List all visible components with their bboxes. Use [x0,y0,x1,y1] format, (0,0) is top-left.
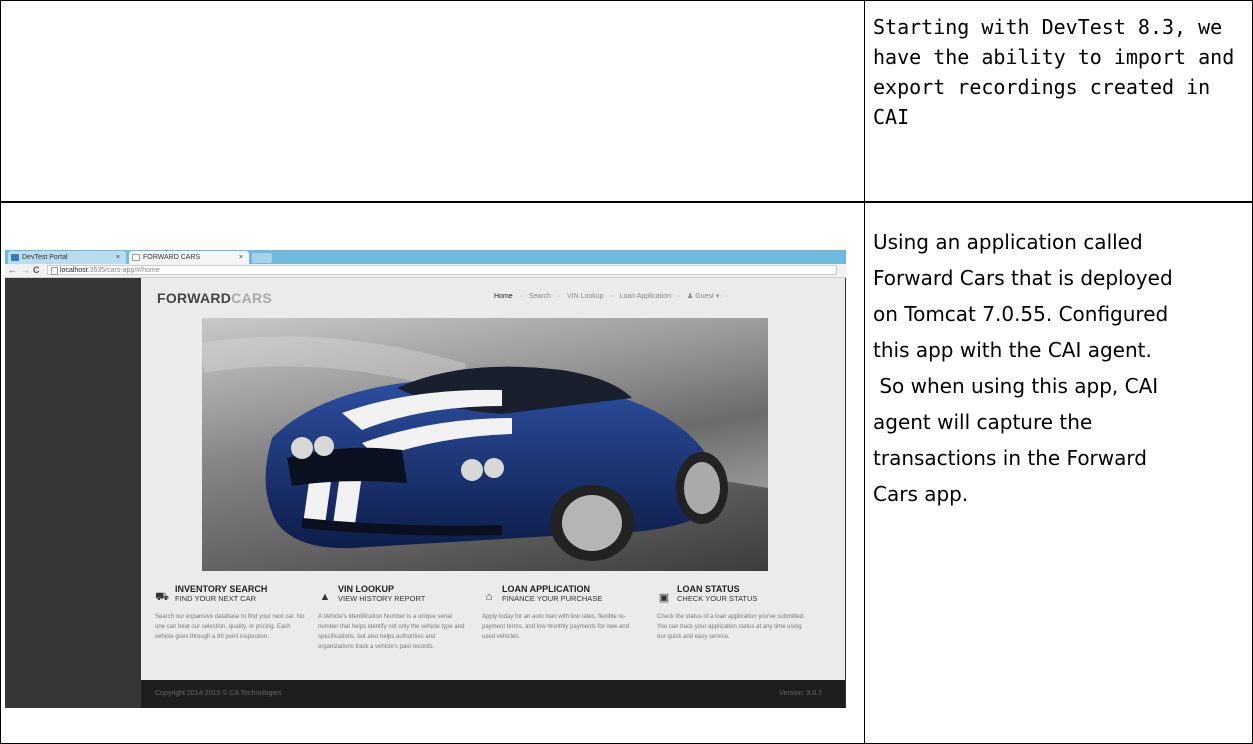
logo-accent: CARS [231,290,273,306]
nav-home[interactable]: Home [494,293,513,300]
logo-main: FORWARD [157,290,232,306]
tab-label: FORWARD CARS [143,254,201,261]
bank-icon: ⌂ [485,591,493,603]
site-logo[interactable]: FORWARDCARS [157,290,272,306]
table-row-divider [0,201,1253,203]
devtest-favicon-icon [11,254,19,261]
feature-title: LOAN STATUS [677,584,740,594]
feature-title: VIN LOOKUP [338,584,395,594]
row2-line: this app with the CAI agent. [873,338,1152,362]
browser-tab-strip: DevTest Portal × FORWARD CARS × [5,250,846,264]
tab-label: DevTest Portal [22,254,68,261]
table-column-divider [864,0,865,744]
document-icon [51,267,58,275]
new-tab-button[interactable] [252,253,272,263]
hero-car-image [202,318,768,571]
feature-subtitle: FINANCE YOUR PURCHASE [502,594,603,603]
road-icon: ▲ [319,591,331,603]
footer-copyright: Copyright 2014-2015 © CA Technologies [155,690,282,697]
nav-separator: ▫ [610,294,613,300]
feature-description: Check the status of a loan application y… [657,614,805,640]
site-header: FORWARDCARS Home ▫ Search ▫ VIN Lookup ▫… [141,278,845,318]
row2-line: on Tomcat 7.0.55. Configured [873,302,1169,326]
back-arrow-icon[interactable]: ← [8,264,17,277]
table-border-top [0,0,1253,1]
feature-subtitle: FIND YOUR NEXT CAR [175,594,256,603]
car-icon: ⛟ [155,591,169,603]
row2-line: Forward Cars that is deployed [873,266,1173,290]
row2-line: agent will capture the [873,410,1093,434]
row2-description: Using an application called Forward Cars… [873,224,1245,512]
tab-devtest-portal[interactable]: DevTest Portal × [8,251,126,264]
feature-description: Search our expansive database to find yo… [155,614,305,640]
nav-search[interactable]: Search [529,293,551,300]
nav-separator: ▫ [519,294,522,300]
car-illustration [202,336,768,571]
feature-description: A Vehicle's Identification Number is a u… [318,614,465,650]
row2-line: So when using this app, CAI [873,374,1159,398]
address-bar[interactable]: localhost:3535/cars-app/#/home [47,265,837,275]
page-favicon-icon [132,254,140,261]
nav-loan-application[interactable]: Loan Application [620,293,671,300]
row1-note: Starting with DevTest 8.3, we have the a… [873,15,1235,129]
browser-toolbar: ← → C localhost:3535/cars-app/#/home [5,264,846,278]
row2-line: transactions in the Forward [873,446,1147,470]
close-icon[interactable]: × [239,251,243,264]
feature-title: INVENTORY SEARCH [175,584,268,594]
url-path: :3535/cars-app/#/home [87,267,160,274]
table-border-left [0,0,1,744]
feature-subtitle: CHECK YOUR STATUS [677,594,758,603]
feature-subtitle: VIEW HISTORY REPORT [338,594,426,603]
tab-forward-cars[interactable]: FORWARD CARS × [129,251,249,264]
url-host: localhost [60,267,88,274]
reload-icon[interactable]: C [33,264,40,277]
nav-separator: ▫ [677,294,681,300]
document-table: Starting with DevTest 8.3, we have the a… [0,0,1253,744]
forward-cars-page: FORWARDCARS Home ▫ Search ▫ VIN Lookup ▫… [141,278,845,708]
row2-line: Cars app. [873,482,969,506]
nav-separator: ▫ [557,294,561,300]
site-footer: Copyright 2014-2015 © CA Technologies Ve… [141,680,845,708]
nav-guest-menu[interactable]: Guest ▾ [695,292,719,300]
nav-separator: ▫ [726,294,729,300]
feature-title: LOAN APPLICATION [502,584,590,594]
forward-arrow-icon[interactable]: → [21,264,30,277]
footer-version: Version: 3.0.1 [779,690,822,697]
money-icon: ▣ [658,592,670,604]
row2-line: Using an application called [873,230,1143,254]
close-icon[interactable]: × [116,251,120,264]
forward-cars-screenshot: DevTest Portal × FORWARD CARS × ← → C lo… [5,250,846,708]
nav-vin-lookup[interactable]: VIN Lookup [567,293,604,300]
site-nav: Home ▫ Search ▫ VIN Lookup ▫ Loan Applic… [494,292,734,300]
user-icon: ♟ [687,293,694,300]
feature-description: Apply today for an auto loan with low ra… [482,614,630,640]
